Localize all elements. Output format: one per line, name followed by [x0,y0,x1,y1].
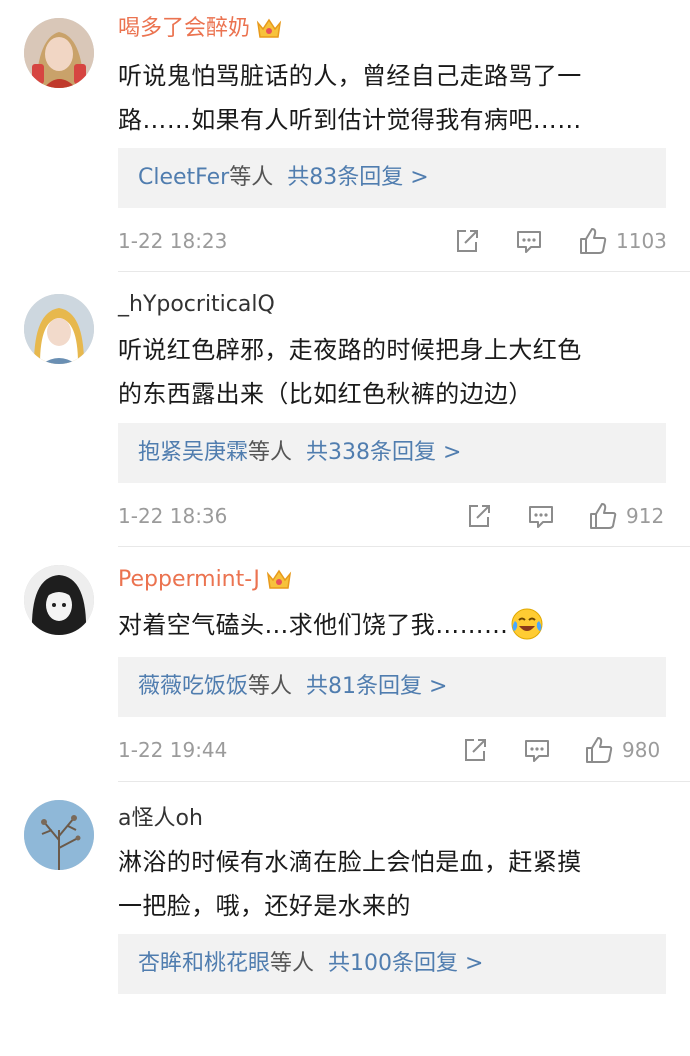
comment-icon [529,506,553,528]
comment-item: 喝多了会醉奶 听说鬼怕骂脏话的人，曾经自己走路骂了一 路……如果有人听到估计觉得… [0,0,690,272]
reply-users-suffix: 等人 [270,951,315,976]
comment-item: Peppermint-J 对着空气磕头…求他们饶了我……… 薇薇吃饭饭等人 共81… [0,547,690,782]
like-count: 1103 [616,229,667,253]
username-text[interactable]: Peppermint-J [118,565,260,595]
username[interactable]: a怪人oh [118,804,203,834]
avatar-image [24,18,94,88]
comment-button[interactable] [514,226,544,256]
comment-text-line: 淋浴的时候有水滴在脸上会怕是血，赶紧摸 [118,848,582,876]
reply-users[interactable]: 薇薇吃饭饭 [138,674,248,699]
reply-users[interactable]: 杏眸和桃花眼 [138,951,270,976]
thumbs-up-icon [580,228,607,254]
reply-summary[interactable]: 杏眸和桃花眼等人 共100条回复 > [118,934,666,994]
timestamp: 1-22 18:36 [118,504,228,528]
reply-count-link[interactable]: 共100条回复 > [328,951,483,976]
crying-laughing-emoji-icon [511,608,543,640]
username[interactable]: Peppermint-J [118,565,292,595]
reply-summary[interactable]: 薇薇吃饭饭等人 共81条回复 > [118,657,666,717]
reply-users[interactable]: CleetFer [138,165,229,190]
share-button[interactable] [452,226,482,256]
comment-text-line: 对着空气磕头…求他们饶了我……… [118,603,658,647]
comment-text: 对着空气磕头…求他们饶了我……… [118,603,658,647]
thumbs-up-icon [586,737,613,763]
comment-text: 听说鬼怕骂脏话的人，曾经自己走路骂了一 路……如果有人听到估计觉得我有病吧…… [118,54,658,142]
like-button[interactable]: 912 [588,501,664,531]
avatar-image [24,800,94,870]
thumbs-up-icon [590,503,617,529]
comment-text-line: 的东西露出来（比如红色秋裤的边边） [118,380,533,408]
comment-meta: 1-22 18:23 1103 [118,226,667,256]
reply-summary[interactable]: CleetFer等人 共83条回复 > [118,148,666,208]
share-icon [469,505,490,527]
reply-count-link[interactable]: 共81条回复 > [306,674,447,699]
username-text[interactable]: 喝多了会醉奶 [118,14,250,44]
comment-item: _hYpocriticalQ 听说红色辟邪，走夜路的时候把身上大红色 的东西露出… [0,272,690,547]
reply-count-link[interactable]: 共338条回复 > [306,440,461,465]
reply-users-suffix: 等人 [248,674,293,699]
like-button[interactable]: 980 [584,735,660,765]
comment-button[interactable] [526,501,556,531]
avatar[interactable] [24,800,94,870]
share-icon [457,230,478,252]
avatar-image [24,565,94,635]
reply-users-suffix: 等人 [248,440,293,465]
share-button[interactable] [460,735,490,765]
username[interactable]: _hYpocriticalQ [118,290,275,320]
comment-icon [525,740,549,762]
comment-button[interactable] [522,735,552,765]
crown-icon [256,18,282,38]
crown-icon [266,569,292,589]
username-text[interactable]: a怪人oh [118,804,203,834]
like-button[interactable]: 1103 [578,226,667,256]
avatar[interactable] [24,294,94,364]
reply-count-link[interactable]: 共83条回复 > [287,165,428,190]
comment-text-line: 一把脸，哦，还好是水来的 [118,892,411,920]
comment-text-line: 听说鬼怕骂脏话的人，曾经自己走路骂了一 [118,62,582,90]
comment-text-line: 路……如果有人听到估计觉得我有病吧…… [118,106,582,134]
share-icon [465,739,486,761]
like-count: 912 [626,504,665,528]
comment-text: 淋浴的时候有水滴在脸上会怕是血，赶紧摸 一把脸，哦，还好是水来的 [118,840,658,928]
share-button[interactable] [464,501,494,531]
comment-text-content: 对着空气磕头…求他们饶了我……… [118,611,509,639]
comment-item: a怪人oh 淋浴的时候有水滴在脸上会怕是血，赶紧摸 一把脸，哦，还好是水来的 杏… [0,782,690,1056]
username[interactable]: 喝多了会醉奶 [118,14,282,44]
reply-users[interactable]: 抱紧吴庚霖 [138,440,248,465]
avatar[interactable] [24,18,94,88]
comment-text: 听说红色辟邪，走夜路的时候把身上大红色 的东西露出来（比如红色秋裤的边边） [118,328,658,416]
reply-summary[interactable]: 抱紧吴庚霖等人 共338条回复 > [118,423,666,483]
comment-meta: 1-22 18:36 912 [118,501,666,531]
timestamp: 1-22 19:44 [118,738,228,762]
comment-icon [517,231,541,253]
reply-users-suffix: 等人 [229,165,274,190]
comment-text-line: 听说红色辟邪，走夜路的时候把身上大红色 [118,336,582,364]
timestamp: 1-22 18:23 [118,229,228,253]
username-text[interactable]: _hYpocriticalQ [118,290,275,320]
like-count: 980 [622,738,661,762]
comment-meta: 1-22 19:44 980 [118,735,666,765]
avatar[interactable] [24,565,94,635]
avatar-image [24,294,94,364]
